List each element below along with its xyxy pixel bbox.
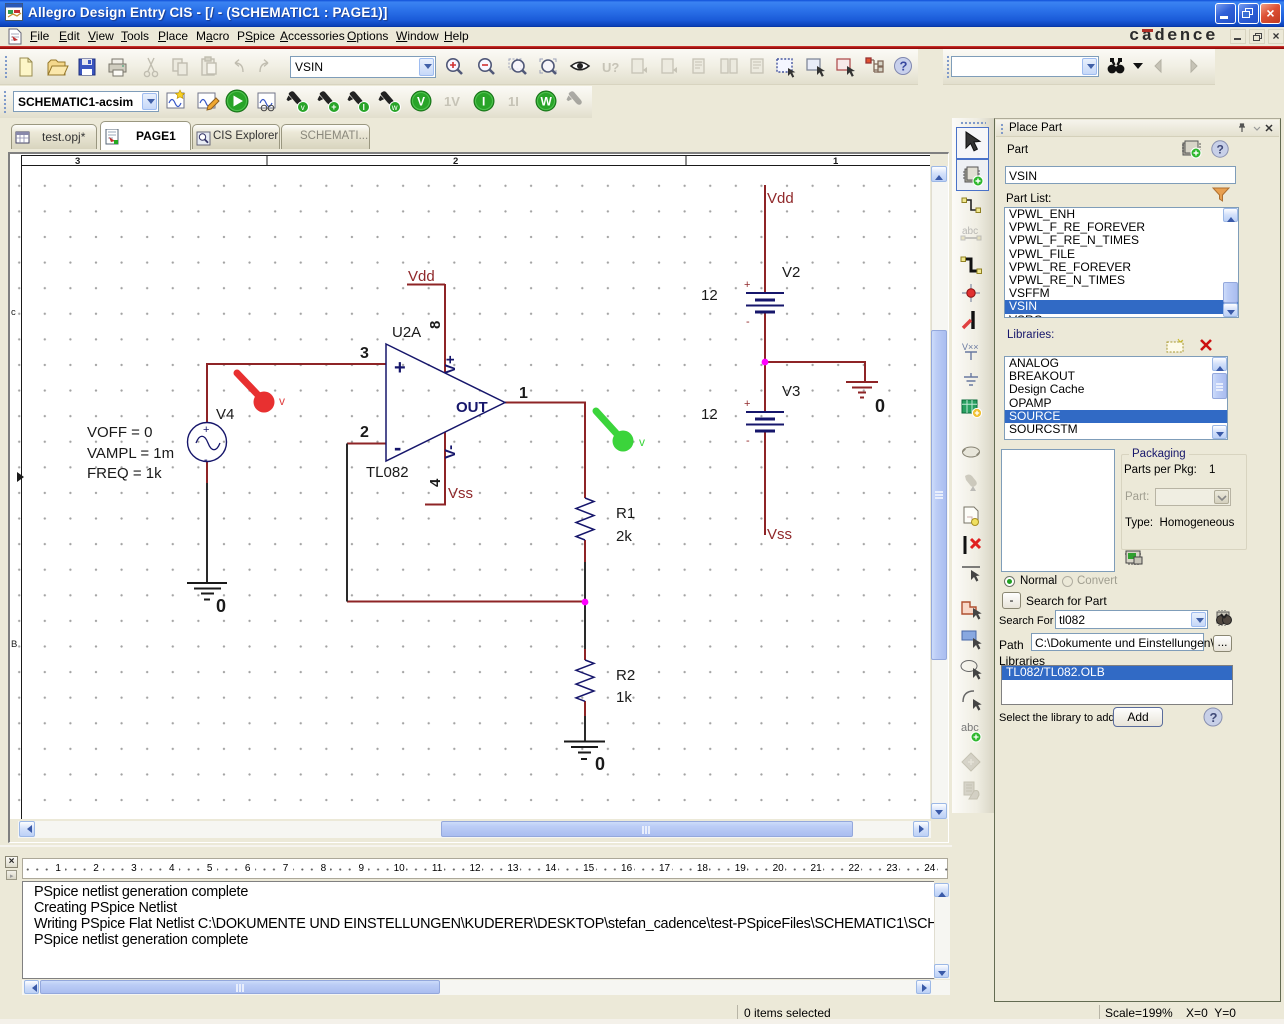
svg-text:V2: V2 — [782, 264, 800, 281]
svg-text:V××: V×× — [962, 342, 979, 352]
svg-text:abc: abc — [962, 226, 978, 237]
svg-text:TL082: TL082 — [366, 464, 409, 481]
svg-text:U?: U? — [602, 60, 619, 75]
svg-text:v: v — [301, 103, 305, 112]
svg-text:VOFF = 0: VOFF = 0 — [87, 424, 152, 441]
svg-text:0: 0 — [216, 596, 226, 616]
svg-text:0: 0 — [595, 754, 605, 774]
svg-text:+: + — [744, 398, 750, 410]
svg-text:I: I — [363, 103, 365, 112]
svg-text:3: 3 — [75, 156, 80, 167]
svg-text:Vss: Vss — [448, 485, 473, 502]
svg-text:-: - — [394, 435, 401, 460]
svg-text:-: - — [746, 435, 750, 447]
svg-text:W: W — [541, 95, 553, 109]
svg-text:w: w — [391, 103, 398, 112]
svg-text:1: 1 — [833, 156, 839, 167]
svg-text:-: - — [746, 316, 750, 328]
svg-text:c: c — [11, 307, 16, 318]
svg-text:1k: 1k — [616, 689, 632, 706]
svg-text:8: 8 — [427, 321, 444, 329]
svg-text:V+: V+ — [442, 355, 459, 374]
svg-text:R2: R2 — [616, 667, 635, 684]
svg-text:v: v — [639, 435, 645, 449]
svg-text:R1: R1 — [616, 505, 635, 522]
svg-text:2: 2 — [360, 424, 369, 441]
svg-text:12: 12 — [701, 406, 718, 423]
svg-text:4: 4 — [427, 478, 444, 487]
svg-text:OUT: OUT — [456, 399, 488, 416]
svg-text:?: ? — [1217, 143, 1224, 157]
svg-text:Vdd: Vdd — [408, 268, 435, 285]
svg-text:-: - — [204, 454, 208, 466]
svg-text:U2A: U2A — [392, 324, 421, 341]
svg-text:V: V — [417, 95, 425, 109]
svg-text:12: 12 — [701, 287, 718, 304]
svg-text:V-: V- — [442, 445, 459, 459]
svg-text:+: + — [744, 279, 750, 291]
svg-text:V3: V3 — [782, 383, 800, 400]
svg-text:+: + — [394, 357, 406, 379]
svg-text:V4: V4 — [216, 406, 234, 423]
svg-text:?: ? — [900, 59, 908, 74]
svg-text:v: v — [279, 394, 285, 408]
svg-text:1: 1 — [519, 385, 528, 402]
svg-text:Vdd: Vdd — [767, 190, 794, 207]
svg-text:2k: 2k — [616, 528, 632, 545]
svg-text:FREQ = 1k: FREQ = 1k — [87, 465, 162, 482]
svg-text:B: B — [11, 639, 17, 650]
svg-text:VAMPL = 1m: VAMPL = 1m — [87, 445, 174, 462]
svg-text:1V: 1V — [444, 94, 460, 109]
svg-text:3: 3 — [360, 345, 369, 362]
svg-text:+: + — [203, 424, 209, 436]
svg-text:Vss: Vss — [767, 526, 792, 543]
svg-text:I: I — [482, 95, 485, 109]
svg-text:?: ? — [1210, 710, 1218, 725]
svg-text:2: 2 — [453, 156, 458, 167]
svg-text:0: 0 — [875, 396, 885, 416]
svg-text:+: + — [331, 102, 336, 112]
svg-text:1I: 1I — [508, 94, 519, 109]
